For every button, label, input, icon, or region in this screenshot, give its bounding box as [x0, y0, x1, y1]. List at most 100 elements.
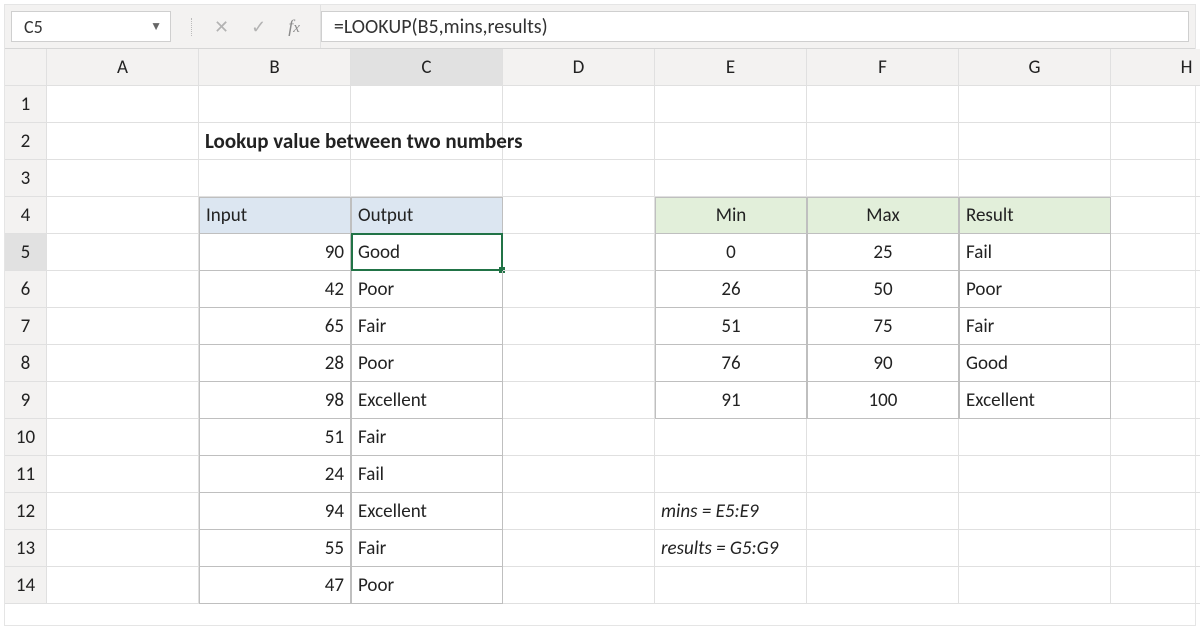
cell-C1[interactable]: [351, 86, 503, 123]
cell-G14[interactable]: [959, 567, 1111, 604]
cell-F5[interactable]: 25: [807, 234, 959, 271]
col-header-G[interactable]: G: [959, 49, 1111, 86]
cell-H5[interactable]: [1111, 234, 1200, 271]
row-header-10[interactable]: 10: [5, 419, 47, 456]
cell-G2[interactable]: [959, 123, 1111, 160]
col-header-F[interactable]: F: [807, 49, 959, 86]
cell-H9[interactable]: [1111, 382, 1200, 419]
cell-G11[interactable]: [959, 456, 1111, 493]
cell-C12[interactable]: Excellent: [351, 493, 503, 530]
cell-G12[interactable]: [959, 493, 1111, 530]
cell-B10[interactable]: 51: [199, 419, 351, 456]
cell-H4[interactable]: [1111, 197, 1200, 234]
cell-E6[interactable]: 26: [655, 271, 807, 308]
col-header-D[interactable]: D: [503, 49, 655, 86]
cell-D13[interactable]: [503, 530, 655, 567]
cell-B14[interactable]: 47: [199, 567, 351, 604]
cell-H12[interactable]: [1111, 493, 1200, 530]
cell-D9[interactable]: [503, 382, 655, 419]
cell-G7[interactable]: Fair: [959, 308, 1111, 345]
cell-A1[interactable]: [47, 86, 199, 123]
cell-F7[interactable]: 75: [807, 308, 959, 345]
note-results[interactable]: results = G5:G9: [655, 530, 807, 567]
cell-A11[interactable]: [47, 456, 199, 493]
row-header-13[interactable]: 13: [5, 530, 47, 567]
row-header-7[interactable]: 7: [5, 308, 47, 345]
cell-H1[interactable]: [1111, 86, 1200, 123]
cell-A7[interactable]: [47, 308, 199, 345]
lookup-header-min[interactable]: Min: [655, 197, 807, 234]
cell-A9[interactable]: [47, 382, 199, 419]
cell-H10[interactable]: [1111, 419, 1200, 456]
cell-F10[interactable]: [807, 419, 959, 456]
cell-C7[interactable]: Fair: [351, 308, 503, 345]
lookup-header-result[interactable]: Result: [959, 197, 1111, 234]
cell-H13[interactable]: [1111, 530, 1200, 567]
cell-A6[interactable]: [47, 271, 199, 308]
select-all-corner[interactable]: [5, 49, 47, 86]
cell-A10[interactable]: [47, 419, 199, 456]
cell-H11[interactable]: [1111, 456, 1200, 493]
cell-B6[interactable]: 42: [199, 271, 351, 308]
cell-A12[interactable]: [47, 493, 199, 530]
cell-G13[interactable]: [959, 530, 1111, 567]
cell-A4[interactable]: [47, 197, 199, 234]
chevron-down-icon[interactable]: ▼: [150, 19, 162, 34]
cell-B1[interactable]: [199, 86, 351, 123]
cell-F13[interactable]: [807, 530, 959, 567]
cancel-icon[interactable]: ✕: [214, 18, 229, 36]
cell-F6[interactable]: 50: [807, 271, 959, 308]
title-cell[interactable]: Lookup value between two numbers: [199, 123, 351, 160]
cell-D10[interactable]: [503, 419, 655, 456]
row-header-2[interactable]: 2: [5, 123, 47, 160]
fx-icon[interactable]: fx: [288, 16, 300, 37]
cell-C11[interactable]: Fail: [351, 456, 503, 493]
cell-F12[interactable]: [807, 493, 959, 530]
cell-G1[interactable]: [959, 86, 1111, 123]
formula-input[interactable]: =LOOKUP(B5,mins,results): [321, 11, 1189, 42]
cell-D3[interactable]: [503, 160, 655, 197]
cell-D7[interactable]: [503, 308, 655, 345]
cell-H6[interactable]: [1111, 271, 1200, 308]
cell-A14[interactable]: [47, 567, 199, 604]
cell-B8[interactable]: 28: [199, 345, 351, 382]
cell-D12[interactable]: [503, 493, 655, 530]
cell-E5[interactable]: 0: [655, 234, 807, 271]
row-header-11[interactable]: 11: [5, 456, 47, 493]
cell-H7[interactable]: [1111, 308, 1200, 345]
row-header-3[interactable]: 3: [5, 160, 47, 197]
lookup-header-max[interactable]: Max: [807, 197, 959, 234]
name-box[interactable]: C5 ▼: [11, 11, 171, 42]
cell-B11[interactable]: 24: [199, 456, 351, 493]
col-header-A[interactable]: A: [47, 49, 199, 86]
cell-H14[interactable]: [1111, 567, 1200, 604]
cell-B5[interactable]: 90: [199, 234, 351, 271]
row-header-9[interactable]: 9: [5, 382, 47, 419]
cell-E14[interactable]: [655, 567, 807, 604]
cell-E3[interactable]: [655, 160, 807, 197]
cell-E1[interactable]: [655, 86, 807, 123]
cell-C14[interactable]: Poor: [351, 567, 503, 604]
cell-F3[interactable]: [807, 160, 959, 197]
cell-G9[interactable]: Excellent: [959, 382, 1111, 419]
cell-D6[interactable]: [503, 271, 655, 308]
cell-G3[interactable]: [959, 160, 1111, 197]
col-header-E[interactable]: E: [655, 49, 807, 86]
cell-F9[interactable]: 100: [807, 382, 959, 419]
cell-D11[interactable]: [503, 456, 655, 493]
cell-C13[interactable]: Fair: [351, 530, 503, 567]
enter-icon[interactable]: ✓: [251, 18, 266, 36]
col-header-H[interactable]: H: [1111, 49, 1200, 86]
col-header-B[interactable]: B: [199, 49, 351, 86]
cell-A3[interactable]: [47, 160, 199, 197]
cell-D4[interactable]: [503, 197, 655, 234]
col-header-C[interactable]: C: [351, 49, 503, 86]
row-header-1[interactable]: 1: [5, 86, 47, 123]
cell-E9[interactable]: 91: [655, 382, 807, 419]
cell-B7[interactable]: 65: [199, 308, 351, 345]
cell-H2[interactable]: [1111, 123, 1200, 160]
spreadsheet-grid[interactable]: A B C D E F G H 1 2 Lookup value between…: [5, 49, 1195, 604]
row-header-5[interactable]: 5: [5, 234, 47, 271]
cell-E10[interactable]: [655, 419, 807, 456]
cell-C6[interactable]: Poor: [351, 271, 503, 308]
